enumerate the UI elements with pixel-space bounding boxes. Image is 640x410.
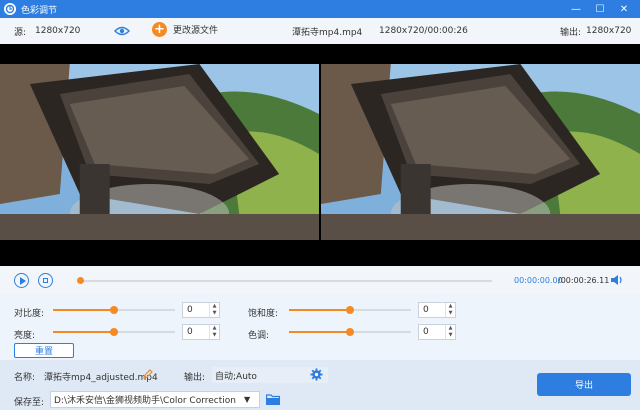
- preview-area: [0, 44, 640, 266]
- adjusted-preview: [321, 64, 640, 240]
- saturation-down-icon[interactable]: ▼: [446, 310, 455, 317]
- save-path-select[interactable]: D:\沐禾安信\金狮视频助手\Color Correction: [50, 391, 260, 408]
- saturation-slider[interactable]: [289, 305, 411, 315]
- source-resolution: 1280x720: [35, 26, 81, 36]
- contrast-input[interactable]: 0 ▲ ▼: [182, 302, 220, 318]
- hue-up-icon[interactable]: ▲: [446, 325, 455, 332]
- brightness-handle[interactable]: [110, 328, 118, 336]
- hue-down-icon[interactable]: ▼: [446, 332, 455, 339]
- saturation-value: 0: [423, 305, 429, 315]
- saturation-input[interactable]: 0 ▲ ▼: [418, 302, 456, 318]
- gear-icon[interactable]: [310, 368, 323, 381]
- contrast-slider[interactable]: [53, 305, 175, 315]
- window-title: 色彩调节: [21, 5, 58, 16]
- close-icon[interactable]: ✕: [612, 0, 636, 18]
- color-adjust-window: 色彩调节 — ☐ ✕ 源: 1280x720 + 更改源文件 潭拓寺mp4.mp…: [0, 0, 640, 410]
- reset-button[interactable]: 重置: [14, 343, 74, 358]
- contrast-down-icon[interactable]: ▼: [210, 310, 219, 317]
- name-label: 名称:: [14, 373, 36, 383]
- folder-icon[interactable]: [266, 393, 280, 405]
- save-path-value: D:\沐禾安信\金狮视频助手\Color Correction: [54, 396, 236, 406]
- info-bar: 源: 1280x720 + 更改源文件 潭拓寺mp4.mp4 1280x720/…: [0, 18, 640, 44]
- original-preview: [0, 64, 319, 240]
- progress-track[interactable]: [80, 280, 492, 282]
- saturation-label: 饱和度:: [248, 309, 279, 319]
- file-info: 1280x720/00:00:26: [379, 26, 468, 36]
- maximize-icon[interactable]: ☐: [588, 0, 612, 18]
- stop-button[interactable]: [38, 273, 53, 288]
- window-controls: — ☐ ✕: [564, 0, 636, 18]
- hue-slider[interactable]: [289, 327, 411, 337]
- output-res-label: 输出:: [560, 27, 582, 38]
- file-name: 潭拓寺mp4.mp4: [292, 27, 363, 38]
- change-source-button[interactable]: + 更改源文件: [152, 22, 218, 37]
- brightness-value: 0: [187, 327, 193, 337]
- hue-label: 色调:: [248, 331, 270, 341]
- plus-icon: +: [152, 22, 167, 37]
- eye-icon[interactable]: [114, 24, 130, 38]
- brightness-label: 亮度:: [14, 331, 36, 341]
- playback-bar: 00:00:00.00 /00:00:26.11: [0, 266, 640, 294]
- saturation-up-icon[interactable]: ▲: [446, 303, 455, 310]
- play-icon: [19, 276, 26, 285]
- contrast-value: 0: [187, 305, 193, 315]
- output-format-label: 输出:: [184, 373, 206, 383]
- export-button[interactable]: 导出: [537, 373, 631, 396]
- chevron-down-icon[interactable]: ▼: [244, 395, 250, 404]
- minimize-icon[interactable]: —: [564, 0, 588, 18]
- brightness-slider[interactable]: [53, 327, 175, 337]
- stop-icon: [43, 278, 48, 283]
- hue-handle[interactable]: [346, 328, 354, 336]
- brightness-down-icon[interactable]: ▼: [210, 332, 219, 339]
- saturation-handle[interactable]: [346, 306, 354, 314]
- output-format-value: 自动;Auto: [215, 371, 257, 382]
- play-button[interactable]: [14, 273, 29, 288]
- progress-handle[interactable]: [77, 277, 84, 284]
- contrast-label: 对比度:: [14, 309, 45, 319]
- contrast-handle[interactable]: [110, 306, 118, 314]
- contrast-up-icon[interactable]: ▲: [210, 303, 219, 310]
- adjustment-panel: 对比度: 0 ▲ ▼ 饱和度: 0 ▲ ▼ 亮度: 0 ▲ ▼ 色调: 0 ▲ …: [0, 294, 640, 360]
- hue-value: 0: [423, 327, 429, 337]
- change-source-label: 更改源文件: [173, 26, 219, 36]
- source-label: 源:: [14, 27, 27, 38]
- output-file-name[interactable]: 潭拓寺mp4_adjusted.mp4: [44, 370, 158, 383]
- hue-input[interactable]: 0 ▲ ▼: [418, 324, 456, 340]
- save-to-label: 保存至:: [14, 398, 45, 408]
- app-logo-icon: [4, 3, 16, 15]
- volume-icon[interactable]: [610, 274, 624, 286]
- total-time: /00:00:26.11: [558, 276, 610, 285]
- output-panel: 名称: 潭拓寺mp4_adjusted.mp4 输出: 自动;Auto 保存至:…: [0, 360, 640, 410]
- brightness-up-icon[interactable]: ▲: [210, 325, 219, 332]
- pencil-icon[interactable]: [143, 369, 153, 379]
- current-time: 00:00:00.00: [514, 276, 563, 285]
- brightness-input[interactable]: 0 ▲ ▼: [182, 324, 220, 340]
- title-bar: 色彩调节 — ☐ ✕: [0, 0, 640, 18]
- output-resolution: 1280x720: [586, 26, 632, 36]
